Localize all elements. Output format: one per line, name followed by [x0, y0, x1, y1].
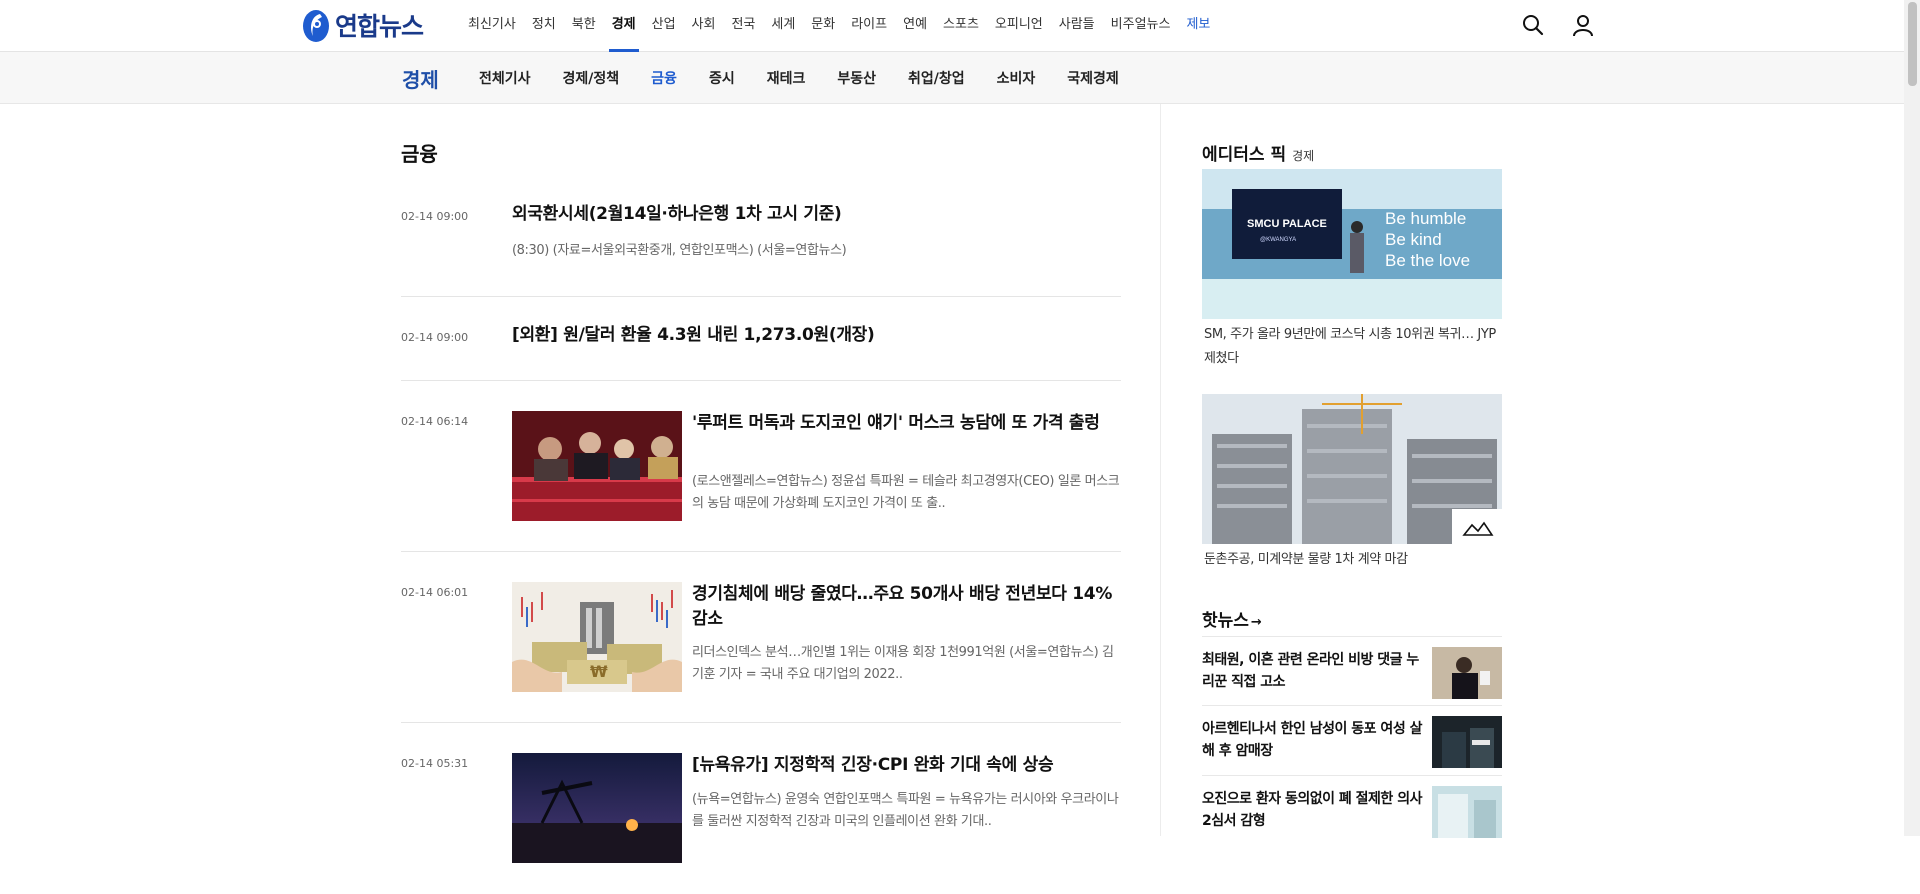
section-nav-item-all[interactable]: 전체기사	[463, 68, 547, 88]
user-icon[interactable]	[1570, 12, 1596, 38]
article-title[interactable]: 경기침체에 배당 줄였다…주요 50개사 배당 전년보다 14% 감소	[692, 582, 1122, 632]
page-title: 금융	[401, 142, 438, 166]
arrow-right-icon: →	[1250, 615, 1262, 630]
section-nav-item-jobs[interactable]: 취업/창업	[892, 68, 981, 88]
section-nav-item-stocks[interactable]: 증시	[693, 68, 751, 88]
gnb-item-culture[interactable]: 문화	[803, 0, 843, 45]
hot-news-item[interactable]: 최태원, 이혼 관련 온라인 비방 댓글 누리꾼 직접 고소	[1202, 636, 1502, 706]
page-scrollbar[interactable]	[1904, 0, 1920, 836]
article-thumbnail[interactable]	[512, 753, 682, 863]
editors-pick-heading: 에디터스 픽	[1202, 145, 1287, 165]
article-time: 02-14 09:00	[401, 210, 469, 223]
editors-pick-title: 에디터스 픽 경제	[1202, 140, 1314, 165]
svg-text:₩: ₩	[590, 662, 608, 681]
gnb-item-economy[interactable]: 경제	[604, 0, 644, 52]
hot-news-text: 아르헨티나서 한인 남성이 동포 여성 살해 후 암매장	[1202, 721, 1422, 759]
section-nav-item-consumer[interactable]: 소비자	[981, 68, 1052, 88]
gnb-item-society[interactable]: 사회	[684, 0, 724, 45]
article-time: 02-14 06:14	[401, 415, 469, 428]
hot-news-thumbnail	[1432, 647, 1502, 699]
list-item[interactable]: 02-14 09:00 외국환시세(2월14일·하나은행 1차 고시 기준) (…	[401, 190, 1121, 297]
pick-image-text-kwangya: @KWANGYA	[1260, 237, 1296, 243]
hot-news-text: 최태원, 이혼 관련 온라인 비방 댓글 누리꾼 직접 고소	[1202, 652, 1419, 690]
gnb-item-latest[interactable]: 최신기사	[460, 0, 524, 45]
gnb-menu: 최신기사 정치 북한 경제 산업 사회 전국 세계 문화 라이프 연예 스포츠 …	[460, 0, 1218, 52]
pick-image-text-palace: SMCU PALACE	[1247, 218, 1327, 230]
list-item[interactable]: 02-14 06:01 ₩ 경기침체에 배당 줄였다…주요 50개사 배당 전년…	[401, 552, 1121, 723]
section-nav-item-policy[interactable]: 경제/정책	[547, 68, 636, 88]
list-item[interactable]: 02-14 06:14 '루퍼트 머독과 도지코인 얘기' 머스크 농담에 또 …	[401, 381, 1121, 552]
pick-image-text-love: Be the love	[1385, 251, 1470, 270]
hot-news-text: 오진으로 환자 동의없이 폐 절제한 의사 2심서 감형	[1202, 791, 1422, 829]
editors-pick-caption[interactable]: 둔촌주공, 미계약분 물량 1차 계약 마감	[1204, 548, 1500, 572]
article-title[interactable]: 외국환시세(2월14일·하나은행 1차 고시 기준)	[512, 202, 1112, 227]
editors-pick-image-1[interactable]: SMCU PALACE @KWANGYA Be humble Be kind B…	[1202, 169, 1502, 319]
pick-image-text-humble: Be humble	[1385, 209, 1466, 228]
article-lead: (로스앤젤레스=연합뉴스) 정윤섭 특파원 = 테슬라 최고경영자(CEO) 일…	[692, 474, 1120, 511]
article-title[interactable]: [뉴욕유가] 지정학적 긴장·CPI 완화 기대 속에 상승	[692, 753, 1122, 778]
article-time: 02-14 05:31	[401, 757, 469, 770]
gnb-item-life[interactable]: 라이프	[843, 0, 895, 45]
image-gallery-icon	[1454, 516, 1455, 517]
global-nav: 연합뉴스 최신기사 정치 북한 경제 산업 사회 전국 세계 문화 라이프 연예…	[0, 0, 1904, 52]
logo-text: 연합뉴스	[335, 12, 424, 41]
gnb-item-national[interactable]: 전국	[723, 0, 763, 45]
gnb-item-visual[interactable]: 비주얼뉴스	[1103, 0, 1179, 45]
section-nav: 경제 전체기사 경제/정책 금융 증시 재테크 부동산 취업/창업 소비자 국제…	[0, 52, 1904, 104]
section-nav-item-intl-economy[interactable]: 국제경제	[1051, 68, 1135, 88]
gnb-icons	[1520, 12, 1596, 38]
section-nav-menu: 전체기사 경제/정책 금융 증시 재테크 부동산 취업/창업 소비자 국제경제	[463, 52, 1135, 104]
hot-news-item[interactable]: 아르헨티나서 한인 남성이 동포 여성 살해 후 암매장	[1202, 706, 1502, 776]
editors-pick-image-2[interactable]	[1202, 394, 1502, 544]
pick-image-text-kind: Be kind	[1385, 230, 1442, 249]
gnb-item-opinion[interactable]: 오피니언	[987, 0, 1051, 45]
list-item[interactable]: 02-14 05:31 [뉴욕유가] 지정학적 긴장·CPI 완화 기대 속에 …	[401, 723, 1121, 894]
editors-pick-tag: 경제	[1292, 149, 1315, 163]
search-icon[interactable]	[1520, 12, 1546, 38]
section-nav-item-realestate[interactable]: 부동산	[821, 68, 892, 88]
gnb-item-industry[interactable]: 산업	[644, 0, 684, 45]
article-thumbnail[interactable]	[512, 411, 682, 521]
editors-pick-caption[interactable]: SM, 주가 올라 9년만에 코스닥 시총 10위권 복귀… JYP 제쳤다	[1204, 323, 1500, 371]
yonhap-logo-icon	[303, 10, 329, 42]
gnb-item-people[interactable]: 사람들	[1051, 0, 1103, 45]
article-time: 02-14 09:00	[401, 331, 469, 344]
list-item[interactable]: 02-14 09:00 [외환] 원/달러 환율 4.3원 내린 1,273.0…	[401, 297, 1121, 381]
article-thumbnail[interactable]: ₩	[512, 582, 682, 692]
hot-news-heading: 핫뉴스	[1202, 611, 1249, 631]
gnb-item-entertainment[interactable]: 연예	[895, 0, 935, 45]
scrollbar-thumb[interactable]	[1908, 2, 1917, 86]
section-nav-item-finance[interactable]: 금융	[635, 68, 693, 88]
gnb-item-report[interactable]: 제보	[1178, 0, 1218, 45]
column-divider	[1160, 104, 1161, 836]
article-lead: 리더스인덱스 분석…개인별 1위는 이재용 회장 1천991억원 (서울=연합뉴…	[692, 645, 1114, 682]
article-lead: (뉴욕=연합뉴스) 윤영숙 연합인포맥스 특파원 = 뉴욕유가는 러시아와 우크…	[692, 792, 1119, 829]
article-title[interactable]: [외환] 원/달러 환율 4.3원 내린 1,273.0원(개장)	[512, 323, 1112, 348]
section-nav-item-investment[interactable]: 재테크	[751, 68, 822, 88]
section-nav-title[interactable]: 경제	[402, 64, 439, 93]
hot-news-thumbnail	[1432, 786, 1502, 838]
hot-news-thumbnail	[1432, 716, 1502, 768]
gnb-item-sports[interactable]: 스포츠	[935, 0, 987, 45]
hot-news-title[interactable]: 핫뉴스 →	[1202, 606, 1262, 631]
site-logo[interactable]: 연합뉴스	[301, 6, 424, 44]
gnb-item-northkorea[interactable]: 북한	[564, 0, 604, 45]
article-title[interactable]: '루퍼트 머독과 도지코인 얘기' 머스크 농담에 또 가격 출렁	[692, 411, 1122, 436]
article-lead: (8:30) (자료=서울외국환중개, 연합인포맥스) (서울=연합뉴스)	[512, 243, 847, 258]
article-time: 02-14 06:01	[401, 586, 469, 599]
gnb-item-politics[interactable]: 정치	[524, 0, 564, 45]
gnb-item-world[interactable]: 세계	[763, 0, 803, 45]
